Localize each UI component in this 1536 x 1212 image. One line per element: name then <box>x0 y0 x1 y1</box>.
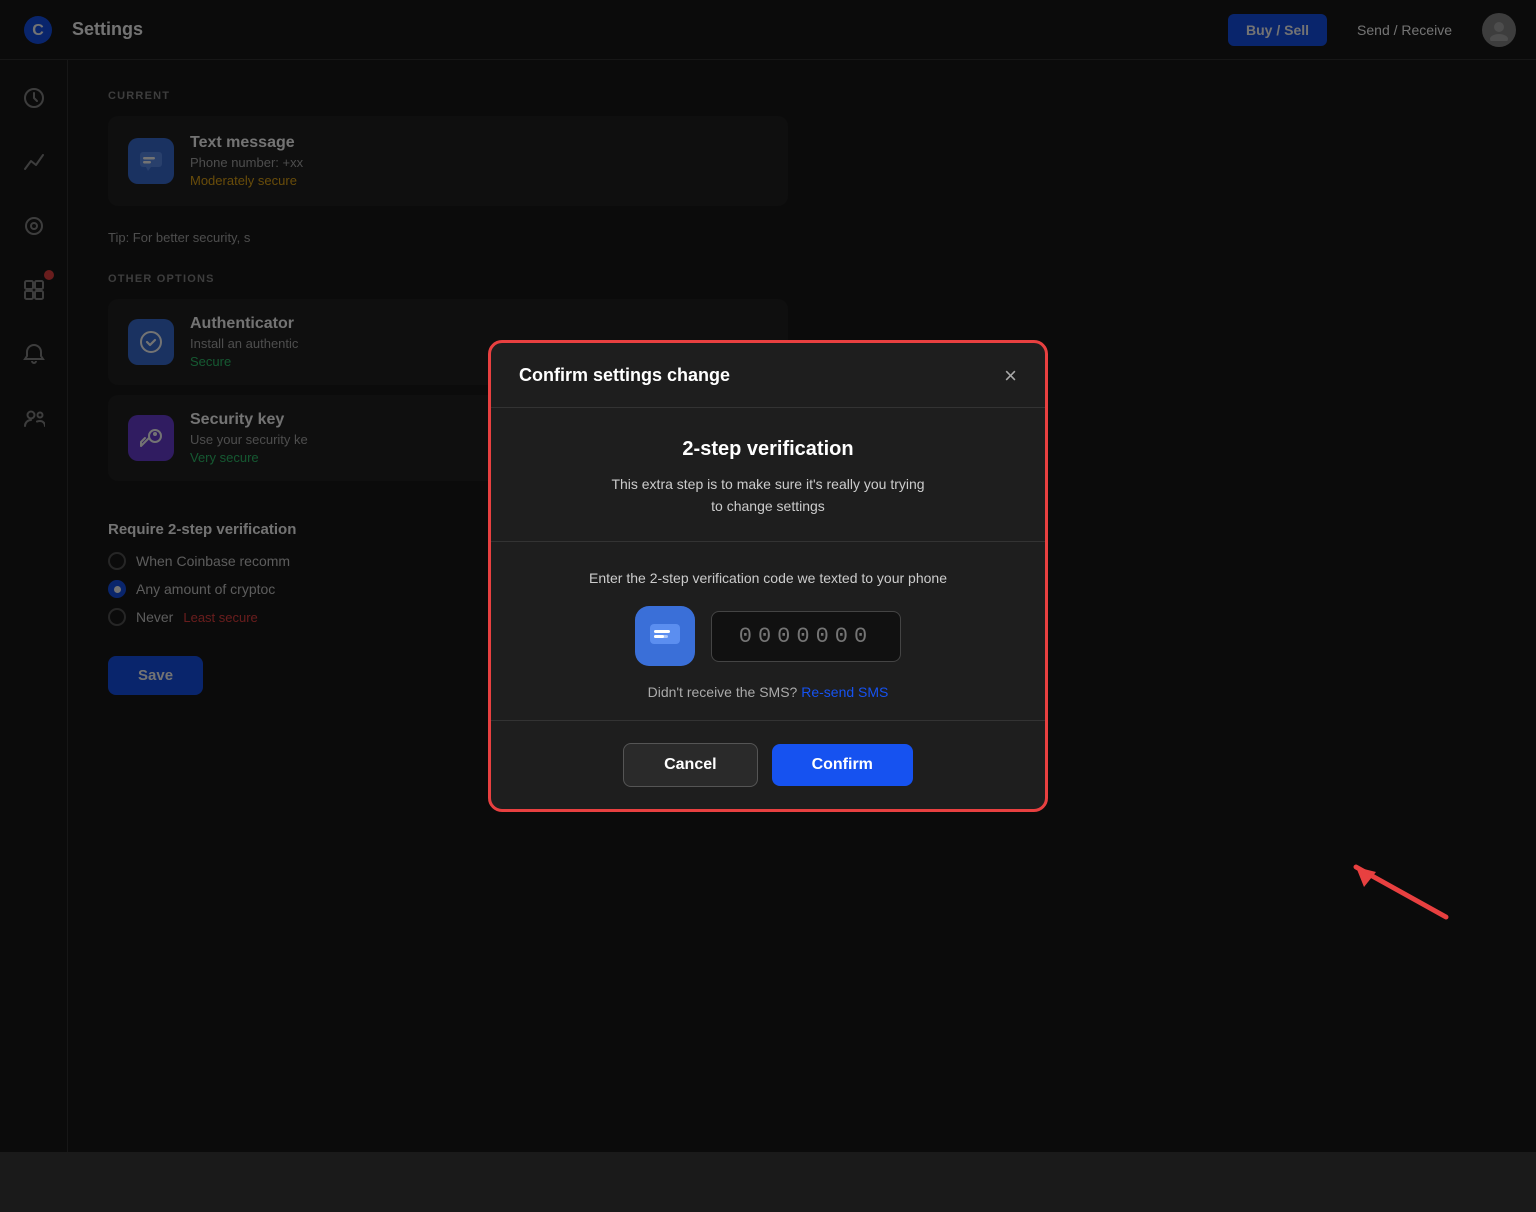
modal-header: Confirm settings change × <box>491 343 1045 408</box>
modal-title: Confirm settings change <box>519 365 730 386</box>
confirm-modal: Confirm settings change × 2-step verific… <box>488 340 1048 813</box>
code-input[interactable] <box>711 611 901 662</box>
modal-step-desc: This extra step is to make sure it's rea… <box>519 473 1017 518</box>
modal-footer: Cancel Confirm <box>491 721 1045 809</box>
modal-close-button[interactable]: × <box>1004 365 1017 387</box>
sms-icon <box>635 606 695 666</box>
confirm-button[interactable]: Confirm <box>772 744 913 786</box>
cancel-button[interactable]: Cancel <box>623 743 757 787</box>
modal-input-row <box>519 606 1017 666</box>
modal-body-mid: Enter the 2-step verification code we te… <box>491 542 1045 721</box>
modal-enter-label: Enter the 2-step verification code we te… <box>519 570 1017 586</box>
resend-text: Didn't receive the SMS? <box>648 684 798 700</box>
resend-link[interactable]: Re-send SMS <box>801 684 888 700</box>
modal-step-title: 2-step verification <box>519 438 1017 461</box>
modal-body-top: 2-step verification This extra step is t… <box>491 408 1045 543</box>
resend-row: Didn't receive the SMS? Re-send SMS <box>519 684 1017 700</box>
modal-overlay: Confirm settings change × 2-step verific… <box>0 0 1536 1152</box>
